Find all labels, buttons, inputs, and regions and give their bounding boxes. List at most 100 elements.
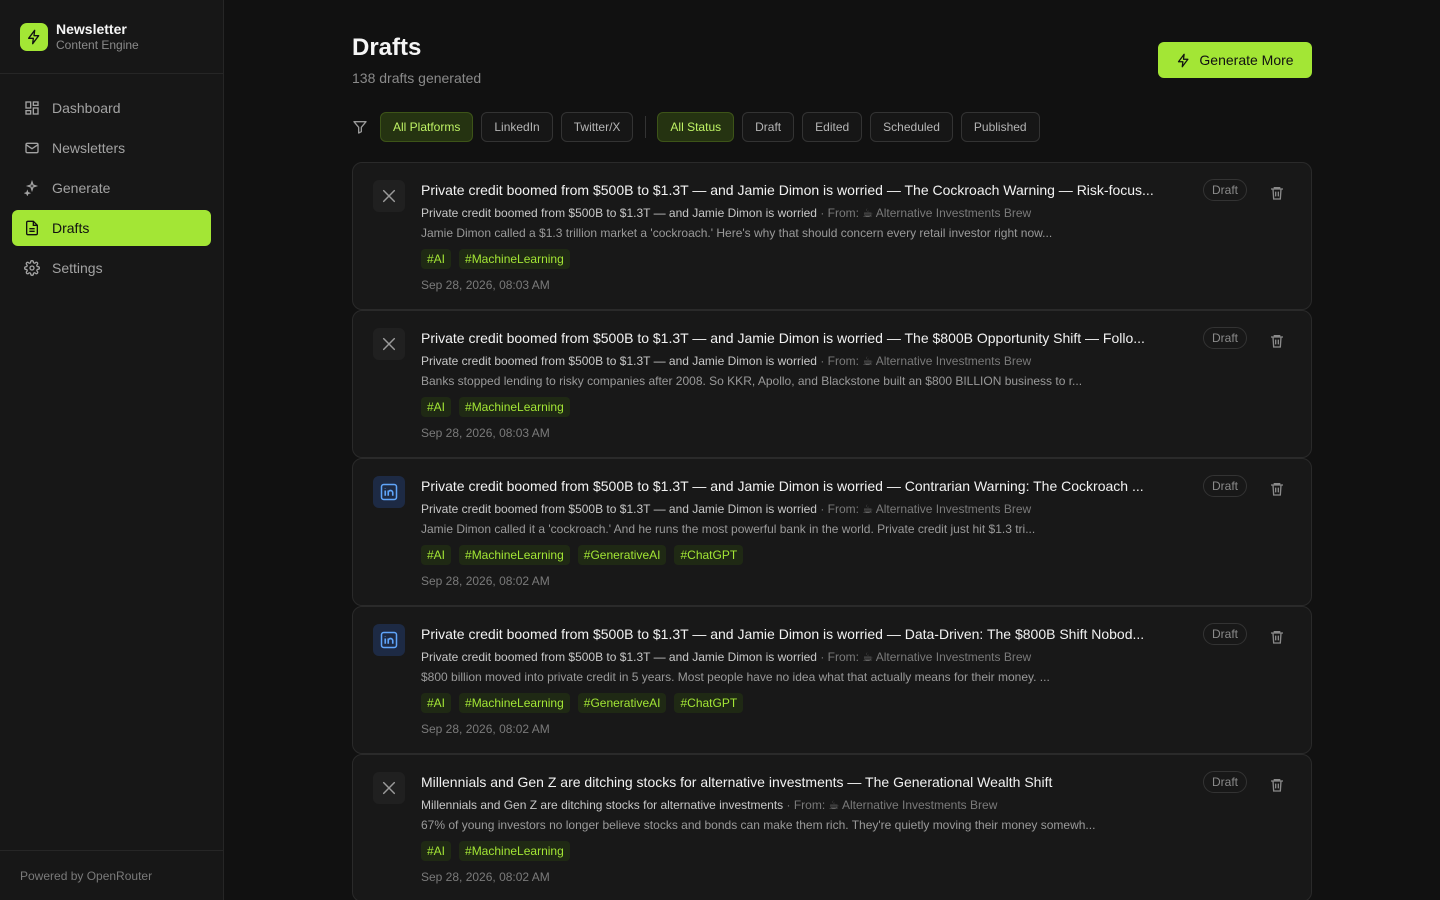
hashtag: #MachineLearning <box>459 545 570 565</box>
draft-preview: 67% of young investors no longer believe… <box>421 818 1096 832</box>
draft-tags: #AI #MachineLearning #GenerativeAI #Chat… <box>421 693 744 713</box>
bolt-icon <box>1178 53 1189 67</box>
filter-bar: All Platforms LinkedIn Twitter/X All Sta… <box>352 112 1312 142</box>
document-icon <box>26 220 38 236</box>
draft-tags: #AI #MachineLearning #GenerativeAI #Chat… <box>421 545 744 565</box>
trash-icon[interactable] <box>1269 629 1285 645</box>
filter-twitter[interactable]: Twitter/X <box>560 112 634 142</box>
draft-source-title: Millennials and Gen Z are ditching stock… <box>421 798 784 812</box>
filter-linkedin[interactable]: LinkedIn <box>481 112 553 142</box>
draft-source: Private credit boomed from $500B to $1.3… <box>421 502 1031 516</box>
hashtag: #ChatGPT <box>674 545 744 565</box>
draft-tags: #AI #MachineLearning <box>421 397 570 417</box>
drafts-list: Private credit boomed from $500B to $1.3… <box>352 162 1312 900</box>
status-badge: Draft <box>1202 771 1247 793</box>
hashtag: #AI <box>421 397 452 417</box>
sidebar-item-label: Dashboard <box>52 100 121 116</box>
filter-icon <box>353 121 367 134</box>
draft-source-title: Private credit boomed from $500B to $1.3… <box>421 650 817 664</box>
draft-from-label: · From: <box>786 798 826 812</box>
draft-card[interactable]: Private credit boomed from $500B to $1.3… <box>352 606 1312 754</box>
sidebar: Newsletter Content Engine Dashboard News… <box>0 0 224 900</box>
draft-source-title: Private credit boomed from $500B to $1.3… <box>421 502 817 516</box>
brand: Newsletter Content Engine <box>0 0 223 74</box>
draft-source: Millennials and Gen Z are ditching stock… <box>421 798 997 812</box>
status-badge: Draft <box>1202 475 1247 497</box>
filter-divider <box>645 116 647 138</box>
sidebar-item-settings[interactable]: Settings <box>12 250 211 286</box>
draft-title: Private credit boomed from $500B to $1.3… <box>421 626 1145 642</box>
draft-source-name: ☕ Alternative Investments Brew <box>862 354 1032 368</box>
draft-date: Sep 28, 2026, 08:02 AM <box>421 870 550 884</box>
draft-card[interactable]: Millennials and Gen Z are ditching stock… <box>352 754 1312 900</box>
gear-icon <box>24 260 40 276</box>
draft-card[interactable]: Private credit boomed from $500B to $1.3… <box>352 162 1312 310</box>
hashtag: #GenerativeAI <box>577 545 667 565</box>
draft-source: Private credit boomed from $500B to $1.3… <box>421 354 1031 368</box>
draft-date: Sep 28, 2026, 08:02 AM <box>421 574 550 588</box>
draft-source: Private credit boomed from $500B to $1.3… <box>421 650 1031 664</box>
sidebar-item-dashboard[interactable]: Dashboard <box>12 90 211 126</box>
status-badge: Draft <box>1202 179 1247 201</box>
x-icon <box>373 772 405 804</box>
draft-title: Private credit boomed from $500B to $1.3… <box>421 478 1144 494</box>
draft-card[interactable]: Private credit boomed from $500B to $1.3… <box>352 310 1312 458</box>
hashtag: #ChatGPT <box>674 693 744 713</box>
status-badge: Draft <box>1202 327 1247 349</box>
sparkles-icon <box>24 180 39 196</box>
draft-date: Sep 28, 2026, 08:03 AM <box>421 426 550 440</box>
draft-source-name: ☕ Alternative Investments Brew <box>862 502 1032 516</box>
draft-tags: #AI #MachineLearning <box>421 249 570 269</box>
sidebar-item-newsletters[interactable]: Newsletters <box>12 130 211 166</box>
filter-published[interactable]: Published <box>960 112 1040 142</box>
draft-from-label: · From: <box>820 502 859 516</box>
sidebar-item-drafts[interactable]: Drafts <box>12 210 211 246</box>
hashtag: #MachineLearning <box>459 693 570 713</box>
draft-source-name: ☕ Alternative Investments Brew <box>828 798 998 812</box>
filter-edited[interactable]: Edited <box>802 112 863 142</box>
x-icon <box>373 180 405 212</box>
hashtag: #AI <box>421 693 452 713</box>
trash-icon[interactable] <box>1269 777 1285 793</box>
draft-preview: Banks stopped lending to risky companies… <box>421 374 1083 388</box>
draft-from-label: · From: <box>820 206 859 220</box>
draft-preview: Jamie Dimon called a $1.3 trillion marke… <box>421 226 1053 240</box>
hashtag: #MachineLearning <box>459 249 570 269</box>
draft-title: Private credit boomed from $500B to $1.3… <box>421 182 1154 198</box>
hashtag: #MachineLearning <box>459 397 570 417</box>
bolt-icon <box>20 22 48 51</box>
draft-from-label: · From: <box>820 354 859 368</box>
filter-draft[interactable]: Draft <box>742 112 795 142</box>
draft-source-title: Private credit boomed from $500B to $1.3… <box>421 206 817 220</box>
linkedin-icon <box>373 476 405 508</box>
draft-title: Millennials and Gen Z are ditching stock… <box>421 774 1053 790</box>
status-badge: Draft <box>1202 623 1247 645</box>
sidebar-item-label: Generate <box>52 180 111 196</box>
hashtag: #AI <box>421 249 452 269</box>
draft-title: Private credit boomed from $500B to $1.3… <box>421 330 1145 346</box>
trash-icon[interactable] <box>1269 185 1285 201</box>
draft-source-name: ☕ Alternative Investments Brew <box>862 206 1032 220</box>
brand-name: Newsletter <box>56 20 127 37</box>
draft-source: Private credit boomed from $500B to $1.3… <box>421 206 1031 220</box>
draft-date: Sep 28, 2026, 08:02 AM <box>421 722 550 736</box>
hashtag: #GenerativeAI <box>577 693 667 713</box>
draft-preview: $800 billion moved into private credit i… <box>421 670 1050 684</box>
sidebar-item-generate[interactable]: Generate <box>12 170 211 206</box>
hashtag: #AI <box>421 841 452 861</box>
draft-card[interactable]: Private credit boomed from $500B to $1.3… <box>352 458 1312 606</box>
mail-icon <box>25 142 39 154</box>
sidebar-item-label: Newsletters <box>52 140 126 156</box>
draft-from-label: · From: <box>820 650 859 664</box>
filter-scheduled[interactable]: Scheduled <box>870 112 953 142</box>
sidebar-item-label: Drafts <box>52 220 90 236</box>
trash-icon[interactable] <box>1269 333 1285 349</box>
hashtag: #AI <box>421 545 452 565</box>
filter-all-platforms[interactable]: All Platforms <box>380 112 474 142</box>
trash-icon[interactable] <box>1269 481 1285 497</box>
brand-subtitle: Content Engine <box>56 37 139 52</box>
x-icon <box>373 328 405 360</box>
filter-all-status[interactable]: All Status <box>657 112 735 142</box>
generate-more-button[interactable]: Generate More <box>1158 42 1312 78</box>
draft-date: Sep 28, 2026, 08:03 AM <box>421 278 550 292</box>
